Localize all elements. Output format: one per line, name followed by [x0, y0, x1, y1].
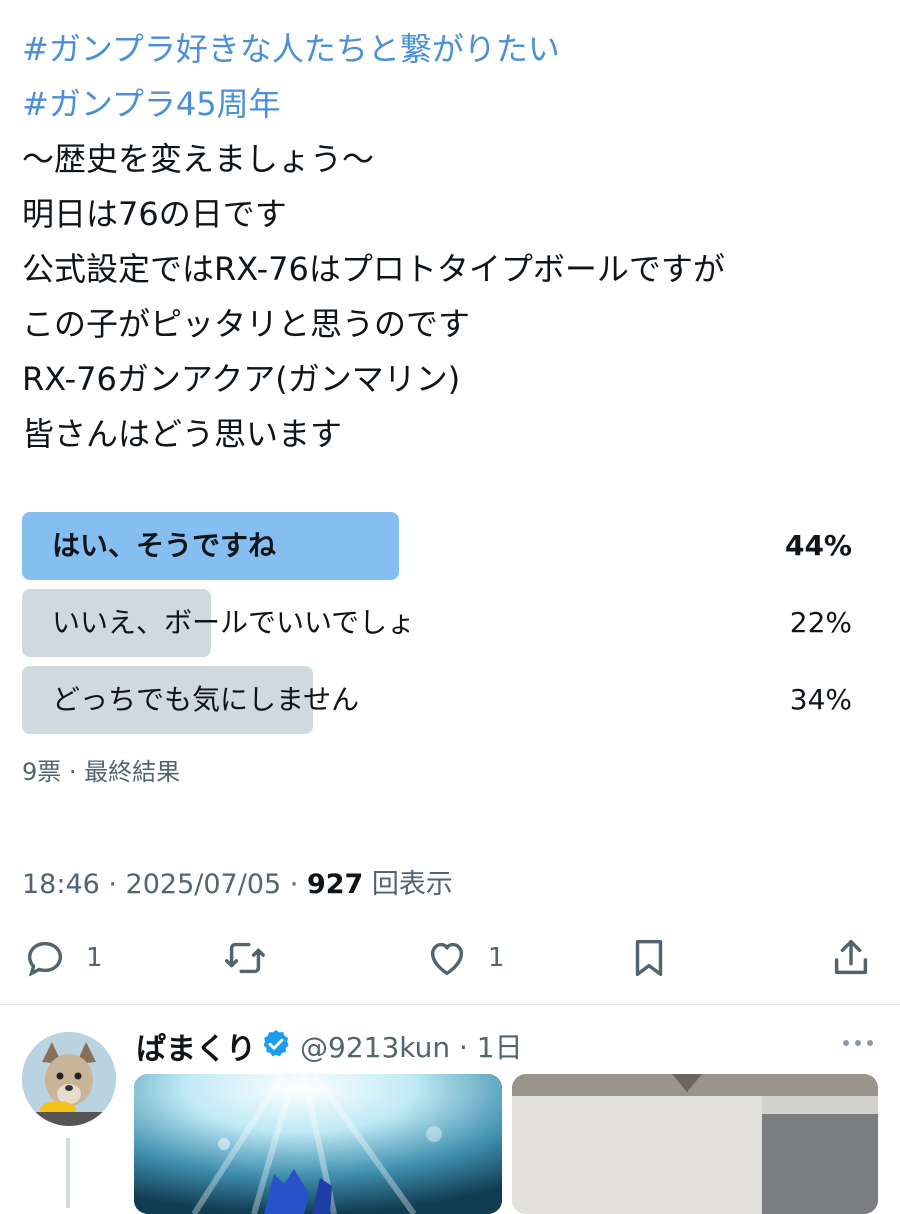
media-image-1[interactable] — [134, 1074, 502, 1214]
retweet-icon — [225, 942, 265, 974]
post-text-line: 皆さんはどう思います — [22, 415, 343, 453]
view-count: 927 — [306, 869, 364, 900]
post-text-line: 公式設定ではRX-76はプロトタイプボールですが — [22, 250, 725, 288]
bookmark-button[interactable] — [626, 930, 672, 986]
reply-tweet[interactable]: ぱまくり @9213kun · 1日 — [0, 1010, 900, 1214]
poll-option: いいえ、ボールでいいでしょ 22% — [22, 589, 852, 657]
post-text-line: RX-76ガンアクア(ガンマリン) — [22, 360, 461, 398]
poll-option-label: はい、そうですね — [52, 529, 277, 562]
dog-avatar-image — [22, 1032, 116, 1126]
timestamp-date: 18:46 · 2025/07/05 · — [22, 869, 307, 900]
post-body: #ガンプラ好きな人たちと繋がりたい #ガンプラ45周年〜歴史を変えましょう〜 明日は… — [22, 22, 882, 462]
post-timestamp: 18:46 · 2025/07/05 · 927 回表示 — [22, 862, 453, 901]
poll-option-percent: 44% — [784, 529, 852, 562]
poll-option-label: いいえ、ボールでいいでしょ — [52, 606, 416, 639]
like-count: 1 — [488, 943, 505, 973]
share-button[interactable] — [828, 930, 874, 986]
hashtag-link[interactable]: #ガンプラ45周年 — [22, 77, 882, 132]
hashtag-link[interactable]: #ガンプラ好きな人たちと繋がりたい — [22, 22, 882, 77]
verified-badge-icon — [263, 1030, 289, 1057]
post-text-line: 明日は76の日です — [22, 195, 287, 233]
action-bar: 1 1 — [0, 930, 900, 986]
media-image-2[interactable] — [512, 1074, 878, 1214]
reply-icon — [27, 941, 63, 977]
thread-line — [66, 1138, 70, 1208]
retweet-button[interactable] — [222, 930, 268, 986]
poll-meta: 9票 · 最終結果 — [22, 758, 181, 786]
post-text-line: この子がピッタリと思うのです — [22, 305, 471, 343]
reply-count: 1 — [86, 943, 103, 973]
like-button[interactable]: 1 — [424, 930, 505, 986]
bookmark-icon — [635, 939, 663, 977]
poll-option: はい、そうですね 44% — [22, 512, 852, 580]
poll-option-percent: 22% — [789, 606, 852, 639]
post-text-line: 〜歴史を変えましょう〜 — [22, 140, 375, 178]
view-label: 回表示 — [363, 869, 453, 900]
poll: はい、そうですね 44% いいえ、ボールでいいでしょ 22% どっちでも気にしません 34… — [22, 512, 852, 743]
heart-icon — [430, 942, 464, 976]
underwater-photo — [134, 1074, 502, 1214]
share-icon — [834, 939, 868, 975]
poll-option-label: どっちでも気にしません — [52, 683, 360, 716]
more-options-icon[interactable] — [838, 1028, 878, 1058]
avatar[interactable] — [22, 1032, 116, 1126]
reply-button[interactable]: 1 — [22, 930, 103, 986]
display-name[interactable]: ぱまくり — [136, 1024, 256, 1068]
divider — [0, 1004, 900, 1005]
handle-and-time: @9213kun · 1日 — [300, 1031, 523, 1064]
poll-option: どっちでも気にしません 34% — [22, 666, 852, 734]
room-photo — [512, 1074, 878, 1214]
poll-option-percent: 34% — [789, 683, 852, 716]
